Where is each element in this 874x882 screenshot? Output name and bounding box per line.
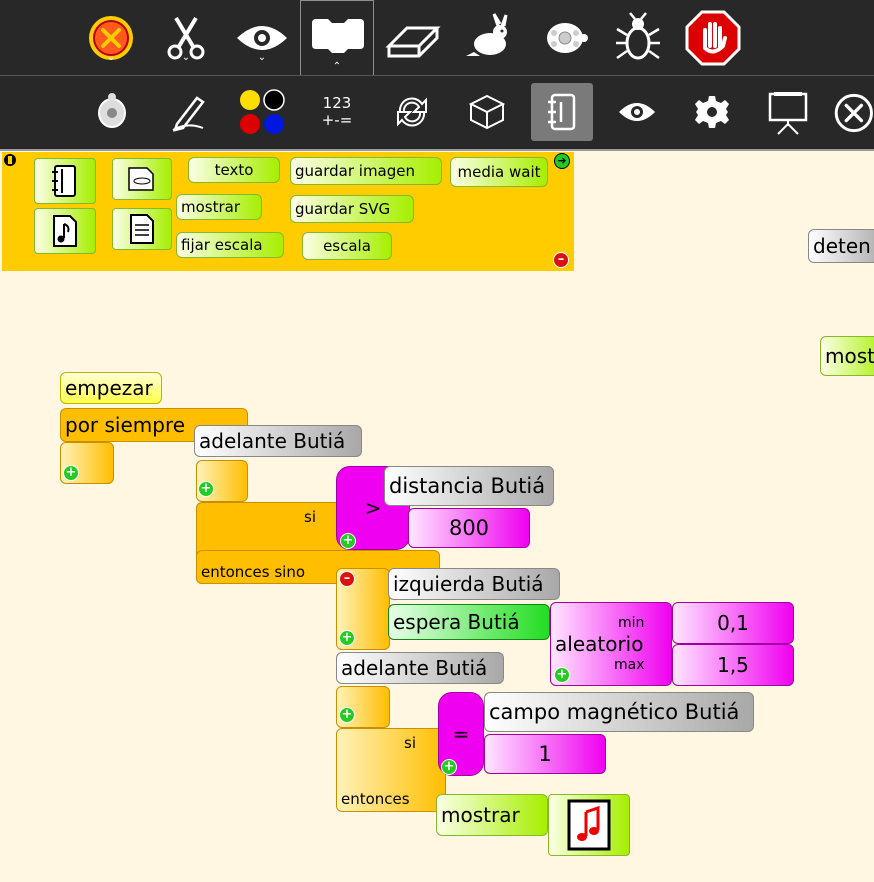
deten-block[interactable]: deten <box>808 229 874 263</box>
music-note-icon <box>567 799 611 851</box>
eye-icon <box>237 26 287 50</box>
eraser-icon <box>385 26 441 58</box>
block-palette: texto mostrar fijar escala guardar image… <box>2 152 574 271</box>
audio-media-block[interactable] <box>548 794 630 856</box>
fijar-escala-block[interactable]: fijar escala <box>176 232 284 258</box>
block-tab-icon <box>312 19 364 53</box>
min-value-block[interactable]: 0,1 <box>672 602 794 644</box>
media-palette-button[interactable] <box>531 83 593 141</box>
distancia-butia-block[interactable]: distancia Butiá <box>384 466 554 506</box>
most-block[interactable]: most <box>820 336 874 376</box>
max-label: max <box>614 657 645 673</box>
sensors-palette-button[interactable] <box>614 90 660 134</box>
blocks-icon <box>468 94 506 130</box>
turtle-icon <box>547 23 588 53</box>
eye-icon <box>619 103 655 121</box>
guardar-imagen-block[interactable]: guardar imagen <box>290 157 442 185</box>
adelante-butia-block-2[interactable]: adelante Butiá <box>336 652 504 684</box>
stop-hand-icon <box>685 10 741 66</box>
flow-icon <box>397 97 427 127</box>
cut-button[interactable]: ⌄ <box>160 10 212 66</box>
run-fast-button[interactable] <box>462 8 516 66</box>
palette-toolbar: 123 +-= <box>0 75 874 151</box>
tab-blocks[interactable]: ⌃ <box>300 0 374 77</box>
chevron-down-icon: ⌄ <box>181 52 191 63</box>
pen-icon <box>172 96 205 132</box>
rabbit-icon <box>466 13 508 56</box>
expand-icon[interactable]: + <box>63 465 79 481</box>
number-800-block[interactable]: 800 <box>408 508 530 548</box>
bug-icon <box>616 12 660 60</box>
flow-palette-button[interactable] <box>390 88 434 136</box>
empezar-block[interactable]: empezar <box>60 372 162 404</box>
chevron-down-icon: ⌄ <box>257 52 267 63</box>
expand-icon[interactable]: + <box>339 707 355 723</box>
number-1-block[interactable]: 1 <box>484 734 606 774</box>
colors-icon <box>240 89 285 134</box>
close-icon <box>834 93 873 133</box>
gear-icon <box>695 96 729 128</box>
mostrar-block-canvas[interactable]: mostrar <box>436 794 548 836</box>
si-entonces-block[interactable]: entonces <box>336 728 446 812</box>
si-label-2: si <box>404 734 416 752</box>
numbers-label-top: 123 <box>322 94 352 112</box>
eraser-button[interactable] <box>384 10 442 66</box>
journal-block[interactable] <box>34 158 96 204</box>
extras-palette-button[interactable] <box>690 90 734 134</box>
chevron-up-icon: ⌃ <box>332 61 342 72</box>
expand-icon[interactable]: + <box>198 481 214 497</box>
expand-icon[interactable]: + <box>340 533 356 549</box>
adelante-butia-block[interactable]: adelante Butiá <box>194 425 362 457</box>
expand-icon[interactable]: + <box>554 667 570 683</box>
music-note-icon <box>53 215 77 247</box>
audio-block[interactable] <box>34 208 96 254</box>
stop-turtle-button[interactable]: ⌄ <box>85 10 137 66</box>
media-icon <box>548 93 576 131</box>
guardar-svg-block[interactable]: guardar SVG <box>290 195 414 223</box>
min-label: min <box>618 615 645 631</box>
colors-palette-button[interactable] <box>236 86 288 138</box>
collapse-icon[interactable]: – <box>339 571 355 587</box>
si-label: si <box>304 508 316 526</box>
media-wait-block[interactable]: media wait <box>450 157 548 187</box>
texto-block[interactable]: texto <box>188 157 280 183</box>
main-toolbar: ⌄ ⌄ ⌄ ⌃ <box>0 0 874 77</box>
journal-icon <box>52 165 76 197</box>
expand-icon[interactable]: + <box>339 630 355 646</box>
next-page-icon[interactable]: ➜ <box>554 153 570 169</box>
text-file-icon <box>130 214 154 244</box>
escala-block[interactable]: escala <box>302 232 392 260</box>
presentation-icon <box>768 92 808 135</box>
palette-orientation-icon[interactable] <box>4 154 16 166</box>
close-palette-button[interactable] <box>832 86 874 140</box>
collapse-icon[interactable]: – <box>553 252 569 268</box>
run-slow-button[interactable] <box>538 10 592 66</box>
turtle-icon <box>98 93 126 128</box>
mostrar-block[interactable]: mostrar <box>176 194 262 220</box>
debug-button[interactable] <box>612 8 664 66</box>
espera-butia-block[interactable]: espera Butiá <box>388 604 550 640</box>
description-icon <box>128 167 154 191</box>
izquierda-butia-block[interactable]: izquierda Butiá <box>388 568 560 600</box>
expand-icon[interactable]: + <box>441 759 457 775</box>
pen-palette-button[interactable] <box>166 88 210 136</box>
view-button[interactable]: ⌄ <box>234 10 290 66</box>
max-value-block[interactable]: 1,5 <box>672 644 794 686</box>
numbers-palette-button[interactable]: 123 +-= <box>310 90 364 134</box>
presentation-palette-button[interactable] <box>764 88 812 138</box>
chevron-down-icon: ⌄ <box>106 52 116 63</box>
numbers-label-bottom: +-= <box>321 111 353 129</box>
text-file-block[interactable] <box>112 208 172 250</box>
campo-magnetico-block[interactable]: campo magnético Butiá <box>484 692 754 732</box>
stop-button[interactable] <box>684 8 742 68</box>
description-block[interactable] <box>112 158 172 200</box>
blocks-palette-button[interactable] <box>464 88 510 136</box>
turtle-palette-button[interactable] <box>90 88 134 136</box>
